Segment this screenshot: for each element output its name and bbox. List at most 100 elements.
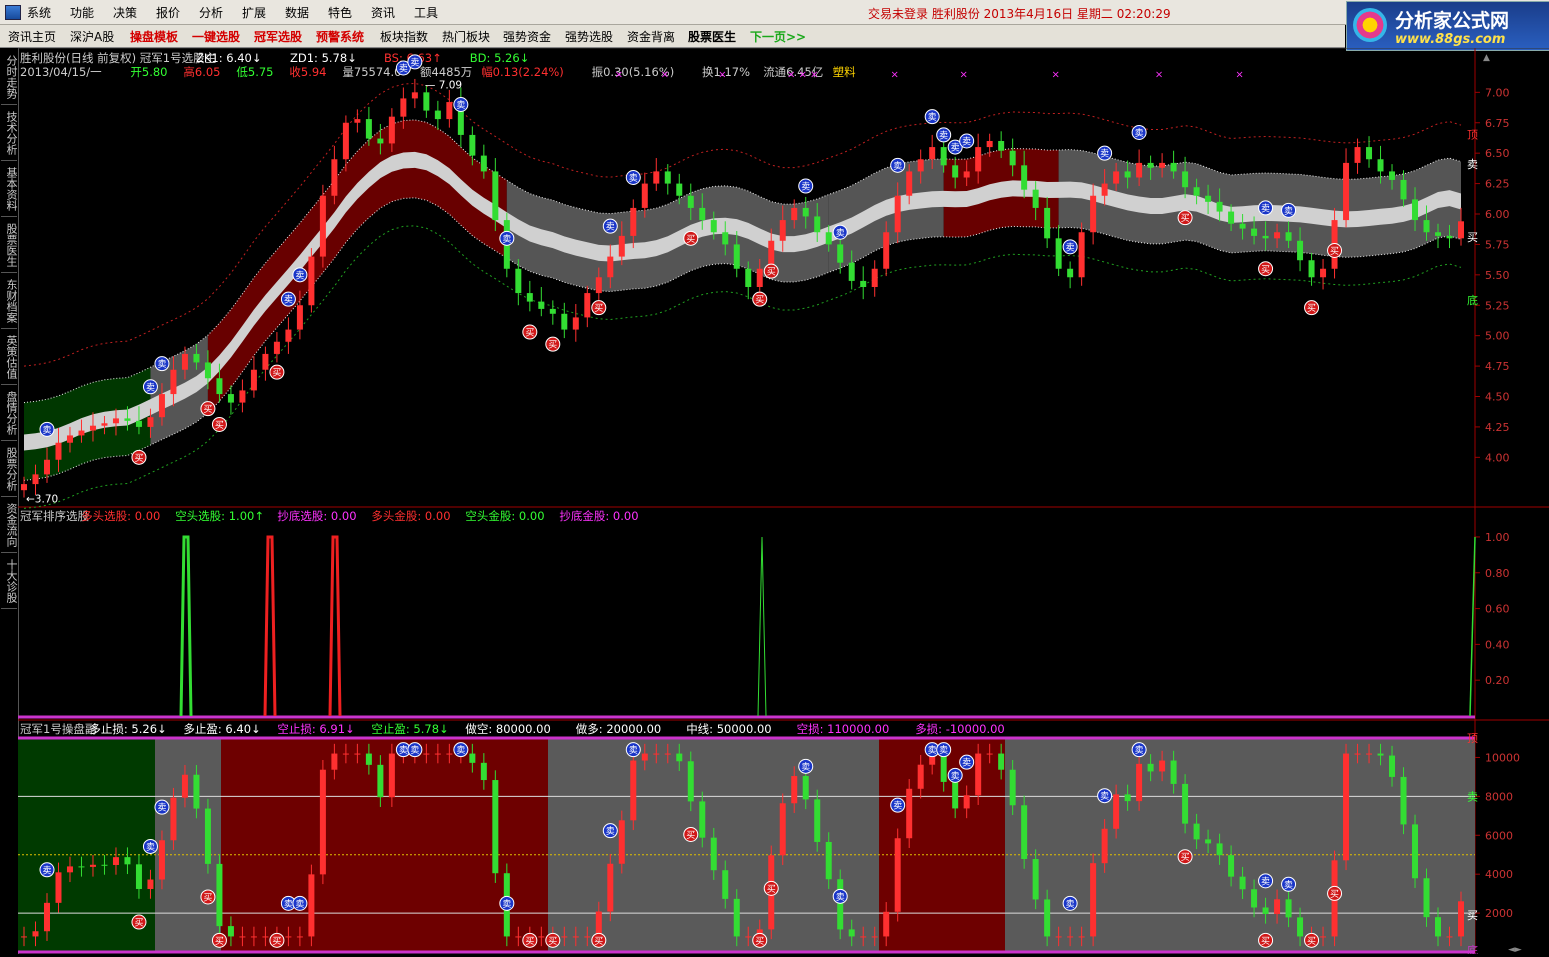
menu-item-2[interactable]: 决策 (113, 4, 137, 21)
sidebar-tab-2[interactable]: 基本资料 (1, 162, 18, 217)
candle-body (561, 313, 568, 330)
candle-body (664, 171, 671, 184)
menu-item-5[interactable]: 扩展 (242, 4, 266, 21)
candle-body (319, 195, 326, 257)
osc-sell-signal-21-text: 卖 (1261, 876, 1270, 887)
candle-body (906, 171, 913, 196)
candle-body (802, 207, 809, 217)
osc-body (664, 753, 671, 755)
osc-sell-signal-22-text: 卖 (1284, 880, 1293, 891)
sidebar-tab-3[interactable]: 股票医生 (1, 218, 18, 273)
candle-body (480, 155, 487, 172)
header-bottom_panel.header-6: 做多: 20000.00 (576, 722, 661, 736)
menu-item-7[interactable]: 特色 (328, 4, 352, 21)
toolbar-tab-8[interactable]: 强势资金 (503, 28, 551, 45)
stock-chart-svg[interactable]: 胜利股份(日线 前复权) 冠军1号选股主ZK1: 6.40↓ ZD1: 5.78↓… (18, 47, 1549, 957)
candle-body (1400, 179, 1407, 200)
candle-body (55, 442, 62, 460)
candle-body (388, 116, 395, 144)
osc-body (1366, 753, 1373, 755)
osc-body (814, 799, 821, 842)
top-marker-1: × (661, 70, 669, 81)
mid-y-tick-label: 0.60 (1485, 603, 1510, 616)
osc-body (733, 898, 740, 937)
sell-signal-4-text: 卖 (295, 270, 304, 281)
candle-body (1159, 162, 1166, 168)
osc-body (89, 864, 96, 867)
candle-body (1297, 240, 1304, 261)
osc-sell-signal-16-text: 卖 (951, 771, 960, 782)
menu-item-0[interactable]: 系统 (27, 4, 51, 21)
osc-body (227, 926, 234, 937)
menu-item-4[interactable]: 分析 (199, 4, 223, 21)
sell-signal-20: 卖 (1131, 124, 1147, 140)
sell-signal-19-text: 卖 (1100, 149, 1109, 160)
toolbar-tab-5[interactable]: 预警系统 (316, 28, 364, 45)
osc-body (112, 857, 119, 865)
osc-body (871, 936, 878, 938)
candle-body (78, 430, 85, 436)
sell-signal-9: 卖 (602, 218, 618, 234)
osc-body (1262, 907, 1269, 914)
toolbar-tab-11[interactable]: 股票医生 (688, 28, 736, 45)
candle-body (894, 195, 901, 233)
sell-signal-4: 卖 (292, 267, 308, 283)
sell-signal-14-text: 卖 (928, 112, 937, 123)
candle-body (273, 341, 280, 354)
toolbar-tab-2[interactable]: 操盘模板 (130, 28, 178, 45)
osc-sell-signal-2: 卖 (154, 799, 170, 815)
osc-body (1412, 824, 1419, 879)
osc-sell-signal-9-text: 卖 (606, 826, 615, 837)
osc-body (1446, 936, 1453, 938)
header-main_panel.header2-1: 开5.80 (130, 65, 167, 79)
toolbar-tab-0[interactable]: 资讯主页 (8, 28, 56, 45)
sell-signal-0: 卖 (39, 421, 55, 437)
osc-body (1182, 783, 1189, 824)
sidebar-tab-5[interactable]: 英策估值 (1, 330, 18, 385)
left-sidebar: 分时走势 技术分析 基本资料 股票医生 东财档案 英策估值 盘情分析 股票分析 资金流向 十大诊股 (0, 48, 19, 954)
sell-signal-14: 卖 (924, 109, 940, 125)
menu-item-3[interactable]: 报价 (156, 4, 180, 21)
sidebar-tab-4[interactable]: 东财档案 (1, 274, 18, 329)
buy-signal-13-text: 买 (1330, 246, 1339, 257)
osc-body (963, 795, 970, 809)
sell-signal-10: 卖 (625, 170, 641, 185)
toolbar-tab-3[interactable]: 一键选股 (192, 28, 240, 45)
sidebar-tab-1[interactable]: 技术分析 (1, 106, 18, 161)
sidebar-tab-6[interactable]: 盘情分析 (1, 386, 18, 441)
scroll-up-icon: ▲ (1483, 53, 1490, 63)
osc-body (687, 761, 694, 802)
osc-sell-signal-18: 卖 (1062, 895, 1078, 911)
candle-body (1274, 232, 1281, 239)
candle-body (147, 417, 154, 427)
toolbar-tab-6[interactable]: 板块指数 (380, 28, 428, 45)
sell-signal-5-text: 卖 (399, 64, 408, 75)
toolbar-tab-7[interactable]: 热门板块 (442, 28, 490, 45)
menu-item-6[interactable]: 数据 (285, 4, 309, 21)
osc-sell-signal-13-text: 卖 (893, 801, 902, 812)
toolbar-tab-9[interactable]: 强势选股 (565, 28, 613, 45)
menu-item-1[interactable]: 功能 (70, 4, 94, 21)
spike-bull-1 (263, 535, 277, 717)
toolbar-tab-1[interactable]: 深沪A股 (70, 28, 114, 45)
sidebar-tab-0[interactable]: 分时走势 (1, 50, 18, 105)
header-main_panel.header1-1: ZK1: 6.40↓ (196, 51, 262, 65)
candle-body (733, 244, 740, 269)
candle-body (779, 220, 786, 241)
osc-body (1193, 823, 1200, 840)
sidebar-tab-9[interactable]: 十大诊股 (1, 554, 18, 609)
toolbar-tab-4[interactable]: 冠军选股 (254, 28, 302, 45)
osc-body (883, 911, 890, 937)
chart-area[interactable]: 胜利股份(日线 前复权) 冠军1号选股主 ZK1: 6.40↓ ZD1: 5.78↓… (18, 47, 1549, 957)
logo-banner[interactable]: 分析家公式网 www.88gs.com (1346, 1, 1549, 51)
sidebar-tab-7[interactable]: 股票分析 (1, 442, 18, 497)
osc-body (21, 936, 27, 938)
toolbar-tab-12[interactable]: 下一页>> (750, 28, 806, 45)
menu-item-9[interactable]: 工具 (414, 4, 438, 21)
toolbar-tab-10[interactable]: 资金背离 (627, 28, 675, 45)
osc-sell-signal-6: 卖 (407, 742, 423, 758)
candle-body (285, 329, 292, 342)
menu-item-8[interactable]: 资讯 (371, 4, 395, 21)
sidebar-tab-8[interactable]: 资金流向 (1, 498, 18, 553)
candle-body (296, 305, 303, 330)
